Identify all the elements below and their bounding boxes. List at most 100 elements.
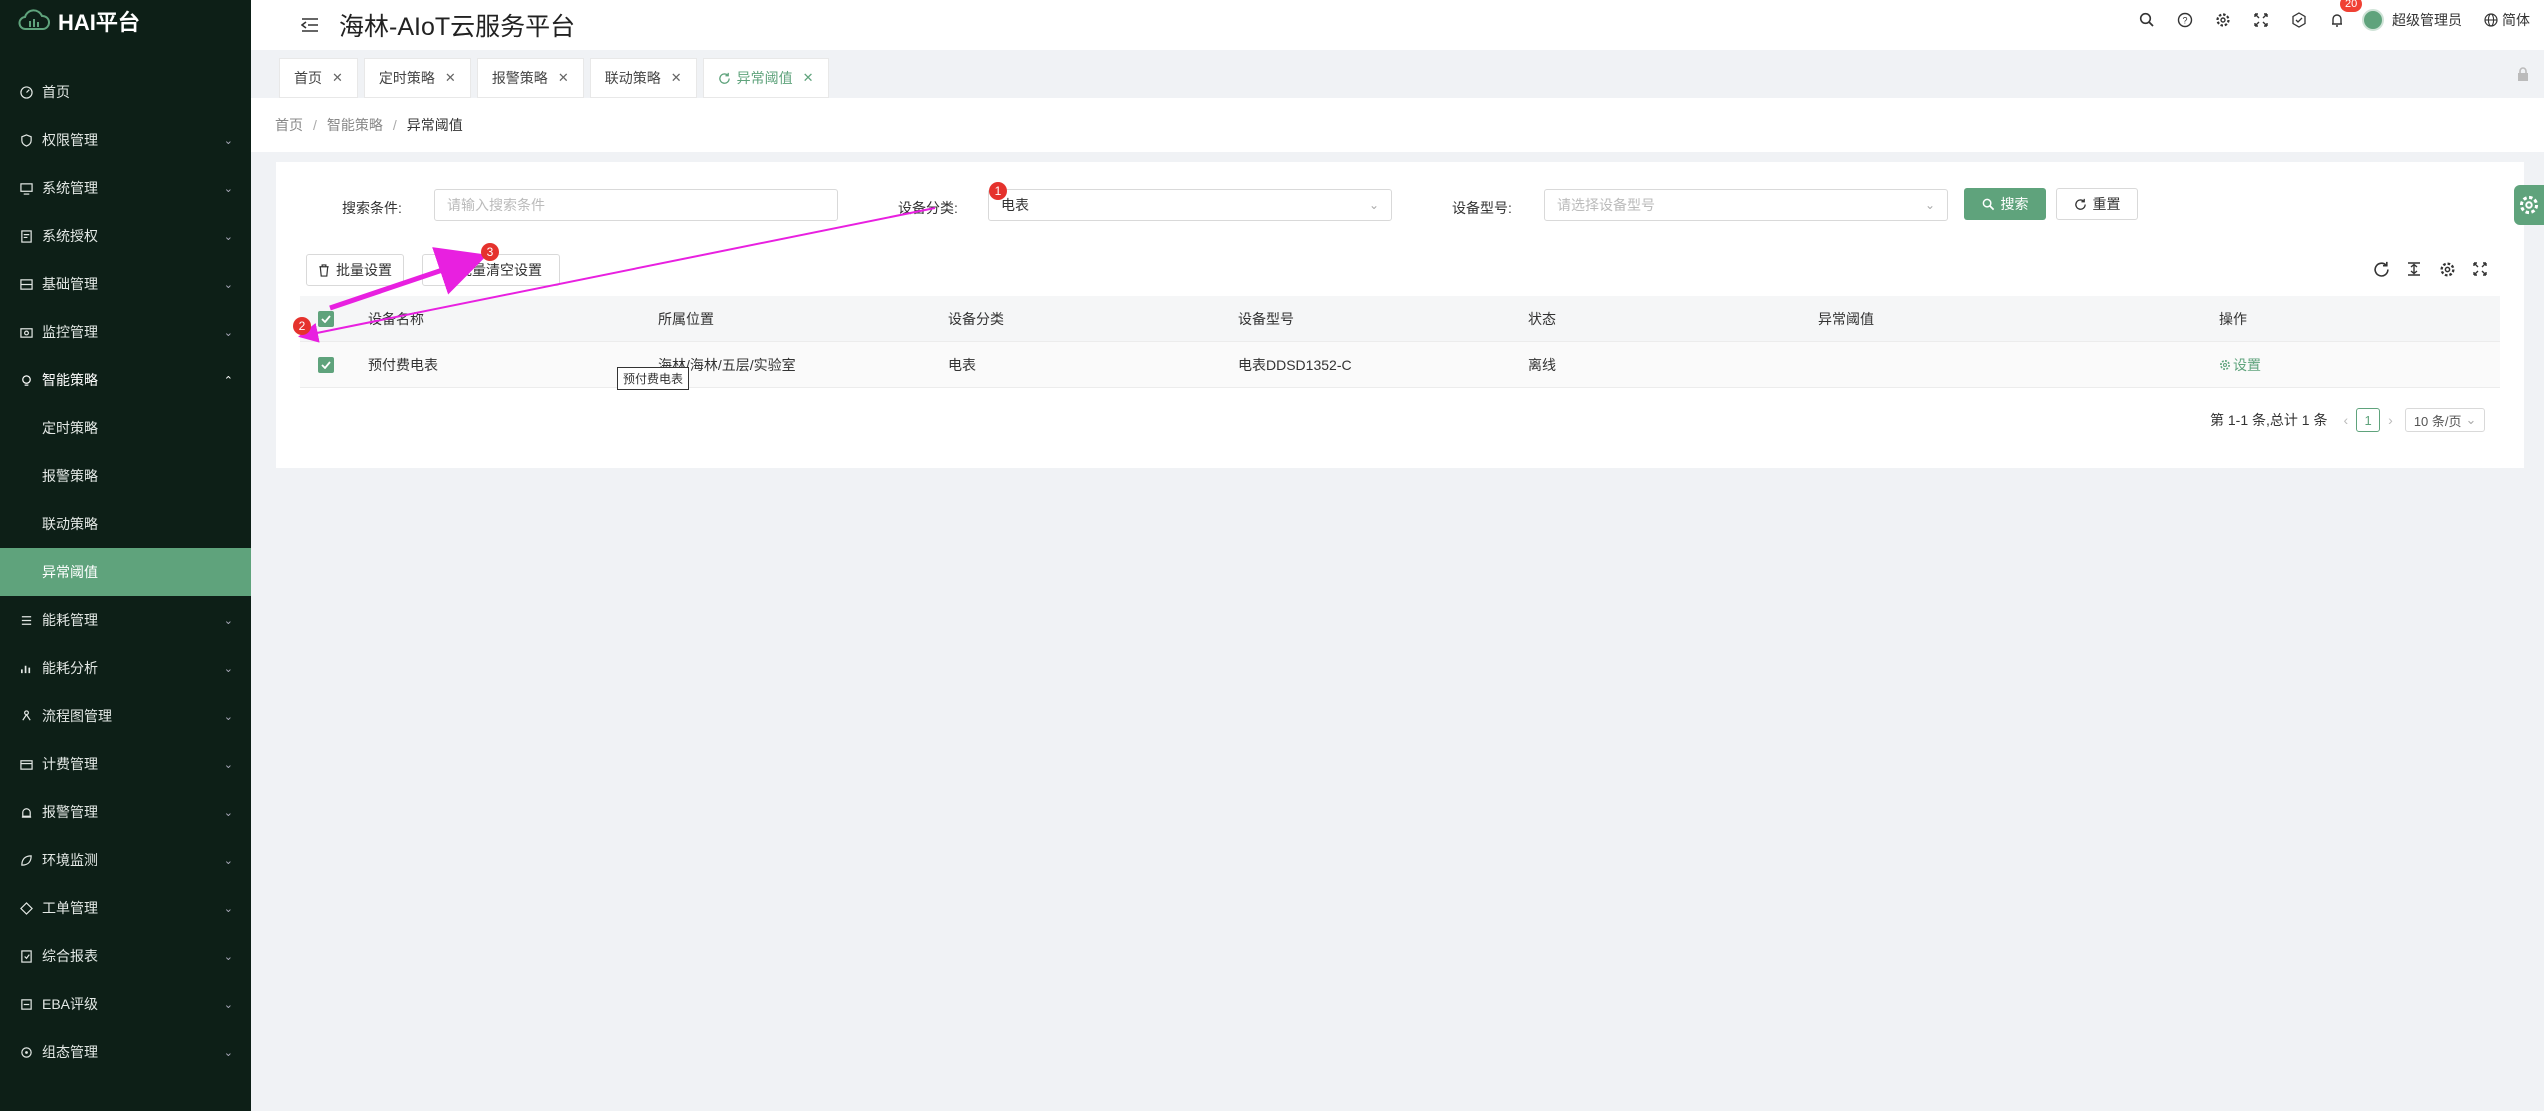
sidebar-item-flow[interactable]: 流程图管理 ⌄ xyxy=(0,692,251,740)
logo[interactable]: HAI平台 xyxy=(0,0,251,42)
column-header[interactable]: 设备型号 xyxy=(1238,296,1294,342)
density-icon[interactable] xyxy=(2403,258,2425,280)
fullscreen-icon[interactable] xyxy=(2469,258,2491,280)
sidebar-item-label: 定时策略 xyxy=(42,420,98,436)
batch-set-button[interactable]: 批量设置 xyxy=(306,254,404,286)
sidebar-item-energy-analysis[interactable]: 能耗分析 ⌄ xyxy=(0,644,251,692)
tab-label: 报警策略 xyxy=(491,70,548,86)
page-size-select[interactable]: 10 条/页 ⌄ xyxy=(2404,408,2486,432)
menu-fold-icon[interactable] xyxy=(299,14,321,36)
sidebar-item-timer-strategy[interactable]: 定时策略 xyxy=(0,404,251,452)
pagination: 第 1-1 条,总计 1 条 ‹ 1 › 10 条/页 ⌄ xyxy=(2210,408,2486,432)
breadcrumb-current: 异常阈值 xyxy=(406,117,463,133)
search-button[interactable]: 搜索 xyxy=(1964,188,2046,220)
chevron-down-icon: ⌄ xyxy=(223,711,233,723)
device-category-select[interactable]: 电表 ⌄ xyxy=(988,189,1392,221)
chevron-down-icon: ⌄ xyxy=(2465,412,2477,427)
sidebar-item-environment[interactable]: 环境监测 ⌄ xyxy=(0,836,251,884)
sidebar-item-workorder[interactable]: 工单管理 ⌄ xyxy=(0,884,251,932)
cloud-logo-icon xyxy=(18,9,50,30)
row-settings-link[interactable]: 设置 xyxy=(2219,342,2261,388)
device-model-select[interactable]: 请选择设备型号 ⌄ xyxy=(1544,189,1948,221)
search-condition-input[interactable]: 请输入搜索条件 xyxy=(434,189,838,221)
close-icon[interactable]: ✕ xyxy=(332,70,343,86)
sidebar-item-alarm[interactable]: 报警管理 ⌄ xyxy=(0,788,251,836)
sidebar-item-label: 能耗管理 xyxy=(42,612,98,628)
fullscreen-icon[interactable] xyxy=(2242,2,2280,38)
page-number[interactable]: 1 xyxy=(2356,408,2381,432)
avatar[interactable] xyxy=(2362,9,2384,31)
tab-timer-strategy[interactable]: 定时策略 ✕ xyxy=(363,58,471,98)
close-icon[interactable]: ✕ xyxy=(445,70,456,86)
breadcrumb-separator: / xyxy=(392,117,397,133)
sidebar-item-monitor[interactable]: 监控管理 ⌄ xyxy=(0,308,251,356)
breadcrumb-item[interactable]: 智能策略 xyxy=(327,115,383,135)
tab-linkage-strategy[interactable]: 联动策略 ✕ xyxy=(589,58,697,98)
sidebar-item-label: 组态管理 xyxy=(42,1044,98,1060)
sidebar-item-abnormal-threshold[interactable]: 异常阈值 xyxy=(0,548,251,596)
user-name[interactable]: 超级管理员 xyxy=(2392,10,2462,30)
chevron-down-icon: ⌄ xyxy=(223,327,233,339)
logo-text: HAI平台 xyxy=(58,10,140,35)
language-switch[interactable]: 简体 xyxy=(2484,10,2530,30)
sidebar-item-basic[interactable]: 基础管理 ⌄ xyxy=(0,260,251,308)
next-page-icon[interactable]: › xyxy=(2388,412,2393,428)
column-header[interactable]: 设备分类 xyxy=(948,296,1004,342)
sidebar-item-eba[interactable]: EBA评级 ⌄ xyxy=(0,980,251,1028)
tab-home[interactable]: 首页 ✕ xyxy=(279,58,358,98)
reload-icon[interactable] xyxy=(2370,258,2392,280)
close-icon[interactable]: ✕ xyxy=(803,70,814,86)
breadcrumb-separator: / xyxy=(313,117,317,133)
search-icon[interactable] xyxy=(2128,2,2166,38)
sidebar-item-license[interactable]: 系统授权 ⌄ xyxy=(0,212,251,260)
close-icon[interactable]: ✕ xyxy=(671,70,682,86)
cell-model: 电表DDSD1352-C xyxy=(1238,357,1352,373)
sidebar-item-energy[interactable]: 能耗管理 ⌄ xyxy=(0,596,251,644)
chevron-down-icon: ⌄ xyxy=(223,903,233,915)
lock-icon[interactable] xyxy=(2516,66,2530,87)
gear-icon xyxy=(2220,360,2230,370)
cube-icon[interactable] xyxy=(2280,2,2318,38)
tab-abnormal-threshold[interactable]: 异常阈值 ✕ xyxy=(702,58,829,98)
annotation-marker-1: 1 xyxy=(989,182,1007,200)
search-button-label: 搜索 xyxy=(2000,196,2029,212)
sidebar-item-billing[interactable]: 计费管理 ⌄ xyxy=(0,740,251,788)
reset-button-label: 重置 xyxy=(2092,196,2121,212)
column-settings-icon[interactable] xyxy=(2436,258,2458,280)
batch-clear-label: 批量清空设置 xyxy=(458,262,542,278)
help-icon[interactable]: ? xyxy=(2166,2,2204,38)
select-all-checkbox[interactable] xyxy=(318,296,334,342)
page-size-value: 10 条/页 xyxy=(2413,413,2462,429)
sidebar-item-label: 环境监测 xyxy=(42,852,98,868)
settings-icon[interactable] xyxy=(2204,2,2242,38)
bell-icon[interactable]: 20 xyxy=(2318,0,2363,38)
tab-alarm-strategy[interactable]: 报警策略 ✕ xyxy=(476,58,584,98)
chevron-up-icon: ⌃ xyxy=(223,375,233,387)
sidebar-item-linkage-strategy[interactable]: 联动策略 xyxy=(0,500,251,548)
reset-button[interactable]: 重置 xyxy=(2056,188,2138,220)
sidebar-item-home[interactable]: 首页 xyxy=(0,68,251,116)
close-icon[interactable]: ✕ xyxy=(558,70,569,86)
globe-icon xyxy=(2484,13,2498,27)
prev-page-icon[interactable]: ‹ xyxy=(2343,412,2348,428)
refresh-icon[interactable] xyxy=(718,72,731,85)
sidebar-item-system[interactable]: 系统管理 ⌄ xyxy=(0,164,251,212)
sidebar-item-config[interactable]: 组态管理 ⌄ xyxy=(0,1028,251,1076)
camera-icon xyxy=(18,324,34,340)
chevron-down-icon: ⌄ xyxy=(223,615,233,627)
sidebar-item-strategy[interactable]: 智能策略 ⌃ xyxy=(0,356,251,404)
sidebar-item-alarm-strategy[interactable]: 报警策略 xyxy=(0,452,251,500)
row-checkbox[interactable] xyxy=(318,342,334,388)
breadcrumb-item[interactable]: 首页 xyxy=(275,115,303,135)
sidebar-item-label: EBA评级 xyxy=(42,996,99,1012)
column-header[interactable]: 操作 xyxy=(2219,296,2247,342)
column-header[interactable]: 状态 xyxy=(1528,296,1556,342)
column-header[interactable]: 所属位置 xyxy=(658,296,714,342)
column-header[interactable]: 设备名称 xyxy=(368,296,424,342)
column-header[interactable]: 异常阈值 xyxy=(1818,296,1874,342)
license-icon xyxy=(18,228,34,244)
sidebar-item-label: 流程图管理 xyxy=(42,708,112,724)
floating-settings-button[interactable] xyxy=(2514,185,2544,225)
sidebar-item-report[interactable]: 综合报表 ⌄ xyxy=(0,932,251,980)
sidebar-item-permission[interactable]: 权限管理 ⌄ xyxy=(0,116,251,164)
